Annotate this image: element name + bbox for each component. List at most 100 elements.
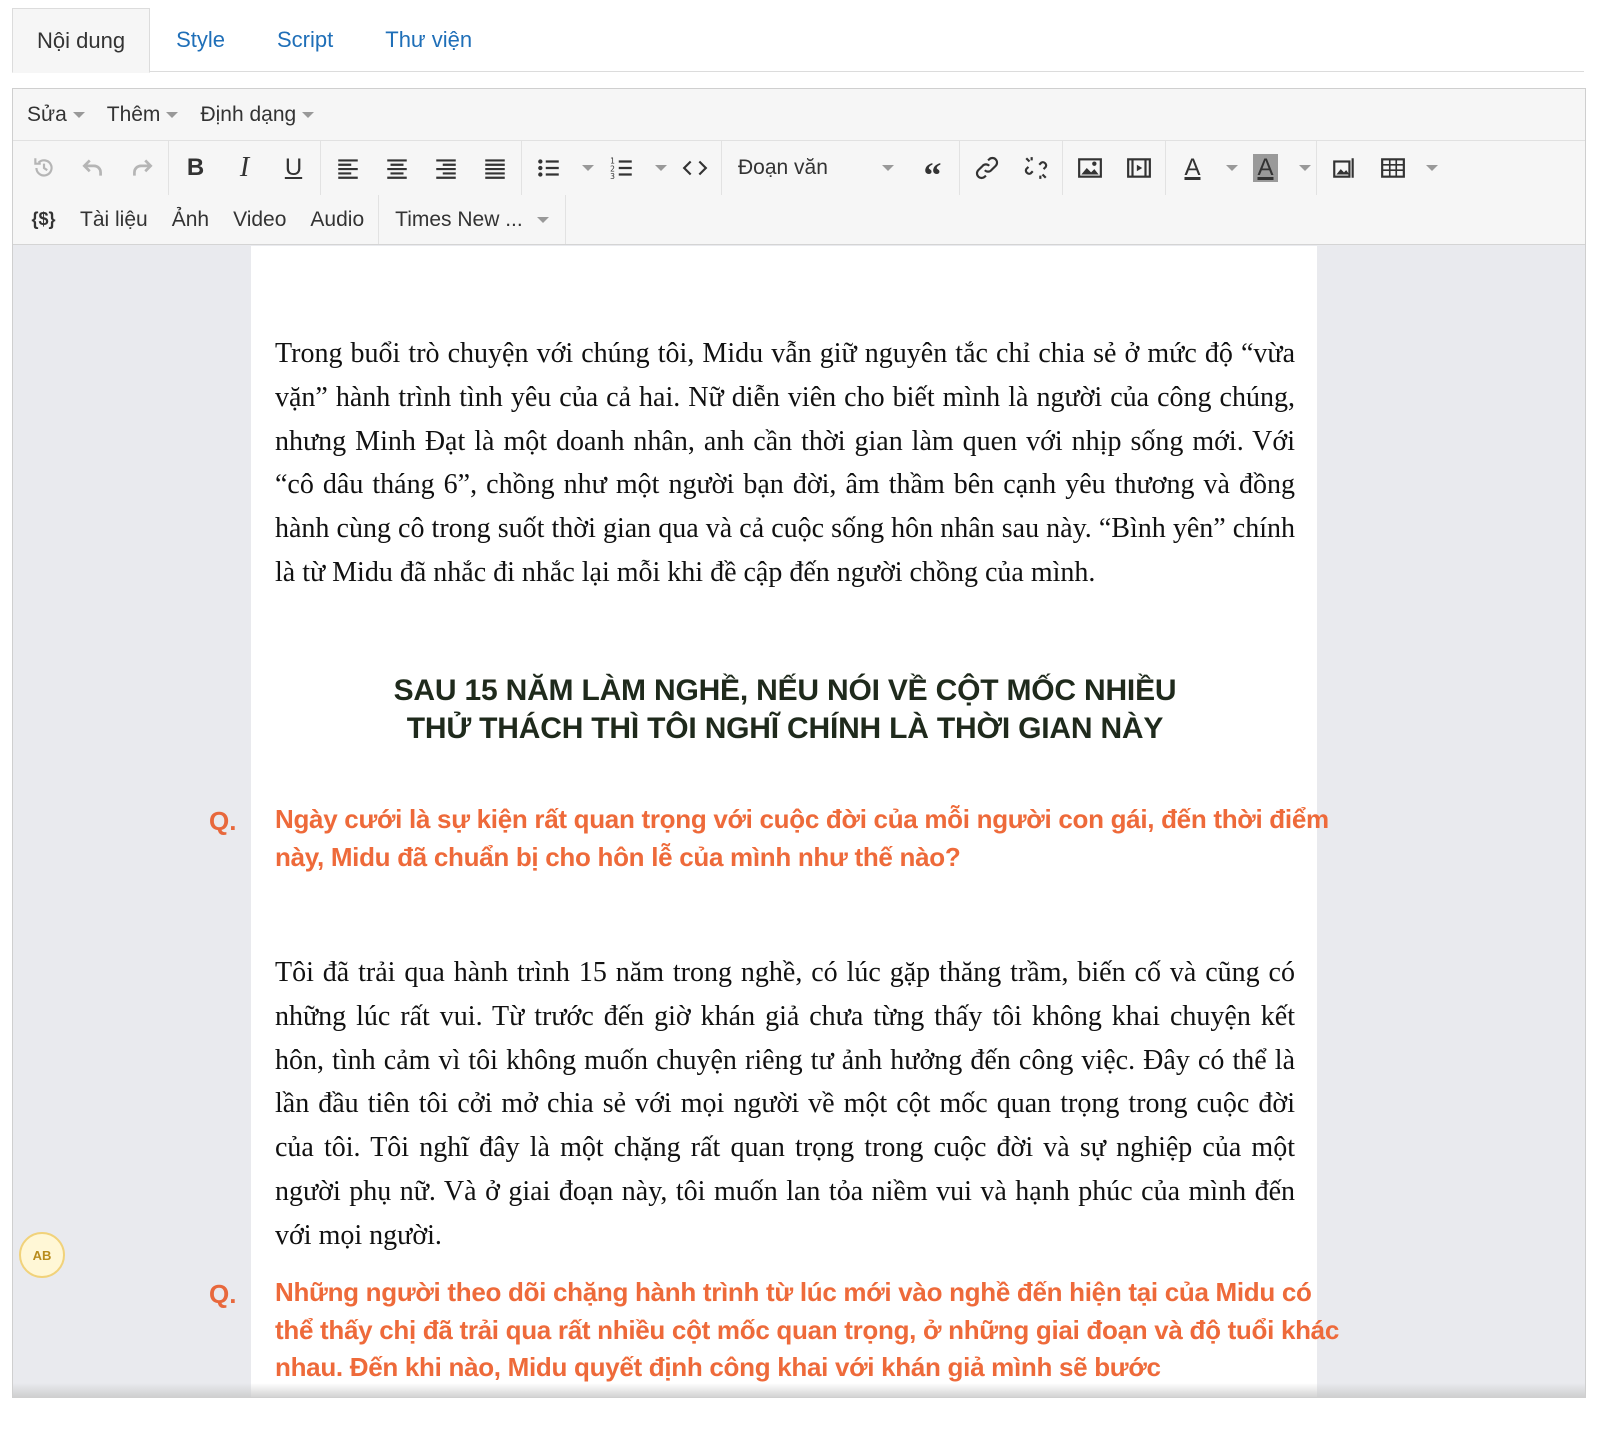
insert-audio-button[interactable]: Audio	[298, 198, 376, 242]
align-justify-icon	[484, 159, 505, 179]
insert-table-button[interactable]	[1368, 146, 1417, 190]
variable-icon: {$}	[31, 209, 56, 229]
bullet-list-button[interactable]	[524, 146, 573, 190]
align-right-button[interactable]	[421, 146, 470, 190]
chevron-down-icon	[1426, 165, 1438, 171]
history-icon	[33, 158, 53, 177]
history-group	[17, 141, 169, 195]
align-left-icon	[337, 159, 358, 179]
text-color-button[interactable]: A	[1168, 146, 1217, 190]
question-label: Q.	[209, 1279, 237, 1309]
paragraph-format-value: Đoạn văn	[738, 156, 828, 179]
chevron-down-icon	[537, 216, 550, 223]
block-group: Đoạn văn “	[722, 141, 960, 195]
menu-format-label: Định dạng	[200, 102, 297, 126]
list-group: 123	[522, 141, 722, 195]
image-icon	[1077, 158, 1102, 178]
align-left-button[interactable]	[323, 146, 372, 190]
chevron-down-icon	[302, 111, 315, 118]
question-1: Ngày cưới là sự kiện rất quan trọng với …	[275, 804, 1329, 872]
toolbar-row-1: B I U 1 2 3 Đoạn văn “ A A	[13, 141, 1585, 195]
background-color-dropdown[interactable]	[1290, 146, 1314, 190]
insert-document-button[interactable]: Tài liệu	[68, 198, 160, 242]
toolbar: B I U 1 2 3 Đoạn văn “ A A {$} Tài liệu …	[13, 141, 1585, 245]
link-group	[960, 141, 1063, 195]
numbered-list-dropdown[interactable]	[646, 146, 670, 190]
extra-group	[1317, 141, 1443, 195]
menu-insert-label: Thêm	[106, 102, 161, 126]
align-right-icon	[435, 159, 456, 179]
chevron-down-icon	[1299, 165, 1311, 171]
chevron-down-icon	[882, 165, 894, 171]
image-gallery-button[interactable]	[1319, 146, 1368, 190]
bullet-list-dropdown[interactable]	[573, 146, 597, 190]
insert-group: {$} Tài liệu Ảnh Video Audio	[17, 195, 380, 244]
align-justify-button[interactable]	[470, 146, 519, 190]
numbered-list-button[interactable]: 123	[597, 146, 646, 190]
underline-button[interactable]: U	[269, 146, 318, 190]
align-center-icon	[386, 159, 407, 179]
editor-content-area[interactable]: Trong buổi trò chuyện với chúng tôi, Mid…	[13, 246, 1585, 1397]
chevron-down-icon	[582, 165, 594, 171]
restore-draft-button[interactable]	[19, 146, 68, 190]
spellcheck-icon[interactable]: AB	[19, 1232, 65, 1278]
text-color-dropdown[interactable]	[1217, 146, 1241, 190]
insert-video-button[interactable]	[1114, 146, 1163, 190]
menubar: Sửa Thêm Định dạng	[13, 89, 1585, 141]
font-family-select[interactable]: Times New ...	[381, 198, 563, 242]
table-dropdown[interactable]	[1417, 146, 1441, 190]
insert-link-button[interactable]	[962, 146, 1011, 190]
numbered-list-icon: 123	[610, 157, 632, 181]
redo-button[interactable]	[117, 146, 166, 190]
tab-content[interactable]: Nội dung	[12, 8, 151, 73]
gallery-icon	[1332, 158, 1354, 178]
redo-icon	[132, 159, 153, 176]
link-icon	[975, 156, 998, 180]
undo-button[interactable]	[68, 146, 117, 190]
font-group: Times New ...	[379, 195, 567, 244]
svg-text:3: 3	[610, 172, 615, 181]
paragraph-format-select[interactable]: Đoạn văn	[724, 146, 908, 190]
toolbar-row-2: {$} Tài liệu Ảnh Video Audio Times New .…	[13, 195, 1585, 245]
quote-icon: “	[923, 155, 942, 195]
font-family-value: Times New ...	[395, 207, 523, 231]
insert-image-button[interactable]	[1065, 146, 1114, 190]
chevron-down-icon	[655, 165, 667, 171]
heading-line-1: SAU 15 NĂM LÀM NGHỀ, NẾU NÓI VỀ CỘT MỐC …	[393, 674, 1177, 707]
tab-script[interactable]: Script	[251, 8, 359, 72]
question-label: Q.	[209, 806, 237, 836]
color-group: A A	[1166, 141, 1317, 195]
text-style-group: B I U	[169, 141, 321, 195]
bullet-list-icon	[537, 159, 559, 177]
background-color-button[interactable]: A	[1241, 146, 1290, 190]
video-icon	[1126, 158, 1151, 178]
italic-button[interactable]: I	[220, 146, 269, 190]
chevron-down-icon	[1226, 165, 1238, 171]
tab-library[interactable]: Thư viện	[359, 8, 498, 72]
align-group	[321, 141, 522, 195]
menu-insert[interactable]: Thêm	[107, 103, 179, 127]
remove-link-button[interactable]	[1011, 146, 1060, 190]
insert-video-text-button[interactable]: Video	[221, 198, 298, 242]
menu-format[interactable]: Định dạng	[200, 102, 315, 127]
underline-icon: U	[284, 154, 303, 181]
italic-icon: I	[239, 152, 250, 183]
paragraph-1: Trong buổi trò chuyện với chúng tôi, Mid…	[275, 338, 1295, 588]
insert-photo-button[interactable]: Ảnh	[160, 198, 221, 242]
unlink-icon	[1024, 157, 1047, 179]
menu-edit[interactable]: Sửa	[27, 103, 85, 127]
tab-style[interactable]: Style	[150, 8, 251, 72]
undo-icon	[81, 159, 102, 176]
text-color-icon: A	[1184, 154, 1201, 181]
bold-button[interactable]: B	[171, 146, 220, 190]
spellcheck-badge-label: AB	[32, 1247, 52, 1263]
editor-tabs: Nội dung Style Script Thư viện	[12, 8, 1584, 73]
table-icon	[1380, 158, 1405, 178]
blockquote-button[interactable]: “	[908, 146, 957, 195]
align-center-button[interactable]	[372, 146, 421, 190]
paragraph-2: Tôi đã trải qua hành trình 15 năm trong …	[275, 957, 1295, 1251]
template-variable-button[interactable]: {$}	[19, 198, 68, 242]
chevron-down-icon	[166, 111, 179, 118]
code-icon	[682, 160, 707, 176]
source-code-button[interactable]	[670, 146, 719, 190]
